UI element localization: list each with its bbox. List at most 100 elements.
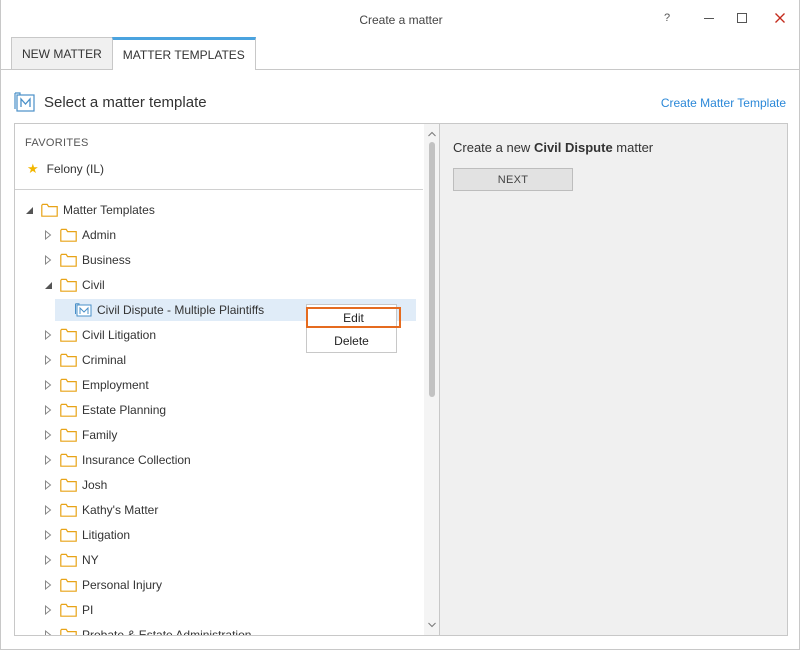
close-icon — [775, 13, 785, 23]
folder-icon — [60, 478, 82, 492]
create-matter-template-link[interactable]: Create Matter Template — [661, 96, 786, 110]
expand-arrow-icon[interactable] — [43, 330, 53, 340]
favorites-label: FAVORITES — [25, 137, 89, 149]
template-detail-panel: Create a new Civil Dispute matter NEXT — [440, 123, 788, 636]
tree-item-label: Matter Templates — [63, 203, 155, 217]
tree-item-label: Civil — [82, 278, 105, 292]
expand-arrow-icon[interactable] — [43, 580, 53, 590]
expanded-arrow-icon[interactable] — [43, 280, 53, 290]
create-new-matter-text: Create a new Civil Dispute matter — [453, 140, 653, 155]
favorites-separator — [15, 189, 423, 190]
tree-root-matter-templates[interactable]: Matter Templates — [24, 199, 155, 221]
folder-icon — [60, 403, 82, 417]
tree-item-folder[interactable]: Kathy's Matter — [43, 499, 158, 521]
expand-arrow-icon[interactable] — [43, 255, 53, 265]
maximize-button[interactable] — [729, 8, 755, 28]
matter-template-icon — [14, 92, 35, 112]
tab-matter-templates[interactable]: MATTER TEMPLATES — [111, 37, 256, 70]
tree-item-label: Litigation — [82, 528, 131, 542]
delete-menu-item[interactable]: Delete — [307, 331, 396, 351]
minimize-icon — [704, 18, 714, 19]
scrollbar-thumb[interactable] — [429, 142, 435, 397]
tree-item-label: Kathy's Matter — [82, 503, 159, 517]
tree-item-folder[interactable]: Business — [43, 249, 131, 271]
tree-item-label: NY — [82, 553, 99, 567]
expand-arrow-icon[interactable] — [43, 455, 53, 465]
expand-arrow-icon[interactable] — [43, 480, 53, 490]
tree-item-folder[interactable]: Probate & Estate Administration — [43, 624, 252, 636]
tree-item-folder[interactable]: Litigation — [43, 524, 130, 546]
expanded-arrow-icon[interactable] — [24, 205, 34, 215]
matter-template-icon — [75, 303, 97, 317]
tree-item-folder[interactable]: Civil — [43, 274, 105, 296]
edit-menu-item[interactable]: Edit — [306, 307, 401, 328]
folder-icon — [60, 553, 82, 567]
tree-item-label: Estate Planning — [82, 403, 167, 417]
text-prefix: Create a new — [453, 140, 534, 155]
expand-arrow-icon[interactable] — [43, 630, 53, 635]
text-suffix: matter — [612, 140, 654, 155]
tree-item-folder[interactable]: Estate Planning — [43, 399, 166, 421]
page-title: Select a matter template — [44, 94, 207, 111]
tree-item-label: Insurance Collection — [82, 453, 191, 467]
tree-item-folder[interactable]: Insurance Collection — [43, 449, 191, 471]
folder-icon — [60, 253, 82, 267]
tree-item-folder[interactable]: Admin — [43, 224, 116, 246]
expand-arrow-icon[interactable] — [43, 430, 53, 440]
tree-item-folder[interactable]: NY — [43, 549, 99, 571]
expand-arrow-icon[interactable] — [43, 530, 53, 540]
expand-arrow-icon[interactable] — [43, 405, 53, 415]
tree-item-folder[interactable]: Criminal — [43, 349, 126, 371]
folder-icon — [60, 453, 82, 467]
scroll-down-arrow-icon[interactable] — [424, 617, 439, 633]
expand-arrow-icon[interactable] — [43, 505, 53, 515]
create-matter-dialog: Create a matter ? NEW MATTER MATTER TEMP… — [0, 0, 800, 650]
maximize-icon — [737, 13, 747, 23]
expand-arrow-icon[interactable] — [43, 380, 53, 390]
expand-arrow-icon[interactable] — [43, 355, 53, 365]
next-button[interactable]: NEXT — [453, 168, 573, 191]
folder-icon — [41, 203, 63, 217]
context-menu: Edit Delete — [306, 304, 401, 353]
folder-icon — [60, 528, 82, 542]
vertical-scrollbar[interactable] — [424, 124, 439, 635]
tree-item-label: Civil Dispute - Multiple Plaintiffs — [97, 303, 265, 317]
tree-item-label: Civil Litigation — [82, 328, 157, 342]
tree-item-label: Probate & Estate Administration — [82, 628, 252, 636]
favorite-item[interactable]: ★ Felony (IL) — [27, 160, 104, 178]
folder-icon — [60, 428, 82, 442]
folder-icon — [60, 328, 82, 342]
expand-arrow-icon[interactable] — [43, 605, 53, 615]
tree-item-label: Personal Injury — [82, 578, 163, 592]
tree-item-folder[interactable]: Personal Injury — [43, 574, 162, 596]
title-bar: Create a matter ? — [1, 0, 800, 36]
window-title: Create a matter — [359, 13, 443, 27]
expand-arrow-icon[interactable] — [43, 555, 53, 565]
tree-item-label: Admin — [82, 228, 117, 242]
minimize-button[interactable] — [696, 8, 722, 28]
tree-item-label: Employment — [82, 378, 149, 392]
tree-item-folder[interactable]: PI — [43, 599, 93, 621]
folder-icon — [60, 378, 82, 392]
folder-icon — [60, 503, 82, 517]
favorite-item-label: Felony (IL) — [46, 162, 105, 176]
template-name: Civil Dispute — [533, 140, 613, 155]
tab-new-matter[interactable]: NEW MATTER — [11, 37, 113, 70]
tree-item-folder[interactable]: Josh — [43, 474, 107, 496]
help-button[interactable]: ? — [654, 8, 680, 28]
tree-item-label: Criminal — [82, 353, 127, 367]
template-tree-panel: FAVORITES ★ Felony (IL) Matter Templates… — [14, 123, 440, 636]
tree-item-folder[interactable]: Employment — [43, 374, 149, 396]
tab-bar: NEW MATTER MATTER TEMPLATES — [11, 37, 256, 70]
tree-item-folder[interactable]: Family — [43, 424, 117, 446]
tree-item-label: Josh — [82, 478, 108, 492]
scroll-up-arrow-icon[interactable] — [424, 126, 439, 142]
folder-icon — [60, 278, 82, 292]
folder-icon — [60, 628, 82, 635]
tree-item-label: Business — [82, 253, 131, 267]
folder-icon — [60, 603, 82, 617]
star-icon: ★ — [27, 161, 39, 176]
tree-item-folder[interactable]: Civil Litigation — [43, 324, 156, 346]
expand-arrow-icon[interactable] — [43, 230, 53, 240]
close-button[interactable] — [767, 8, 793, 28]
